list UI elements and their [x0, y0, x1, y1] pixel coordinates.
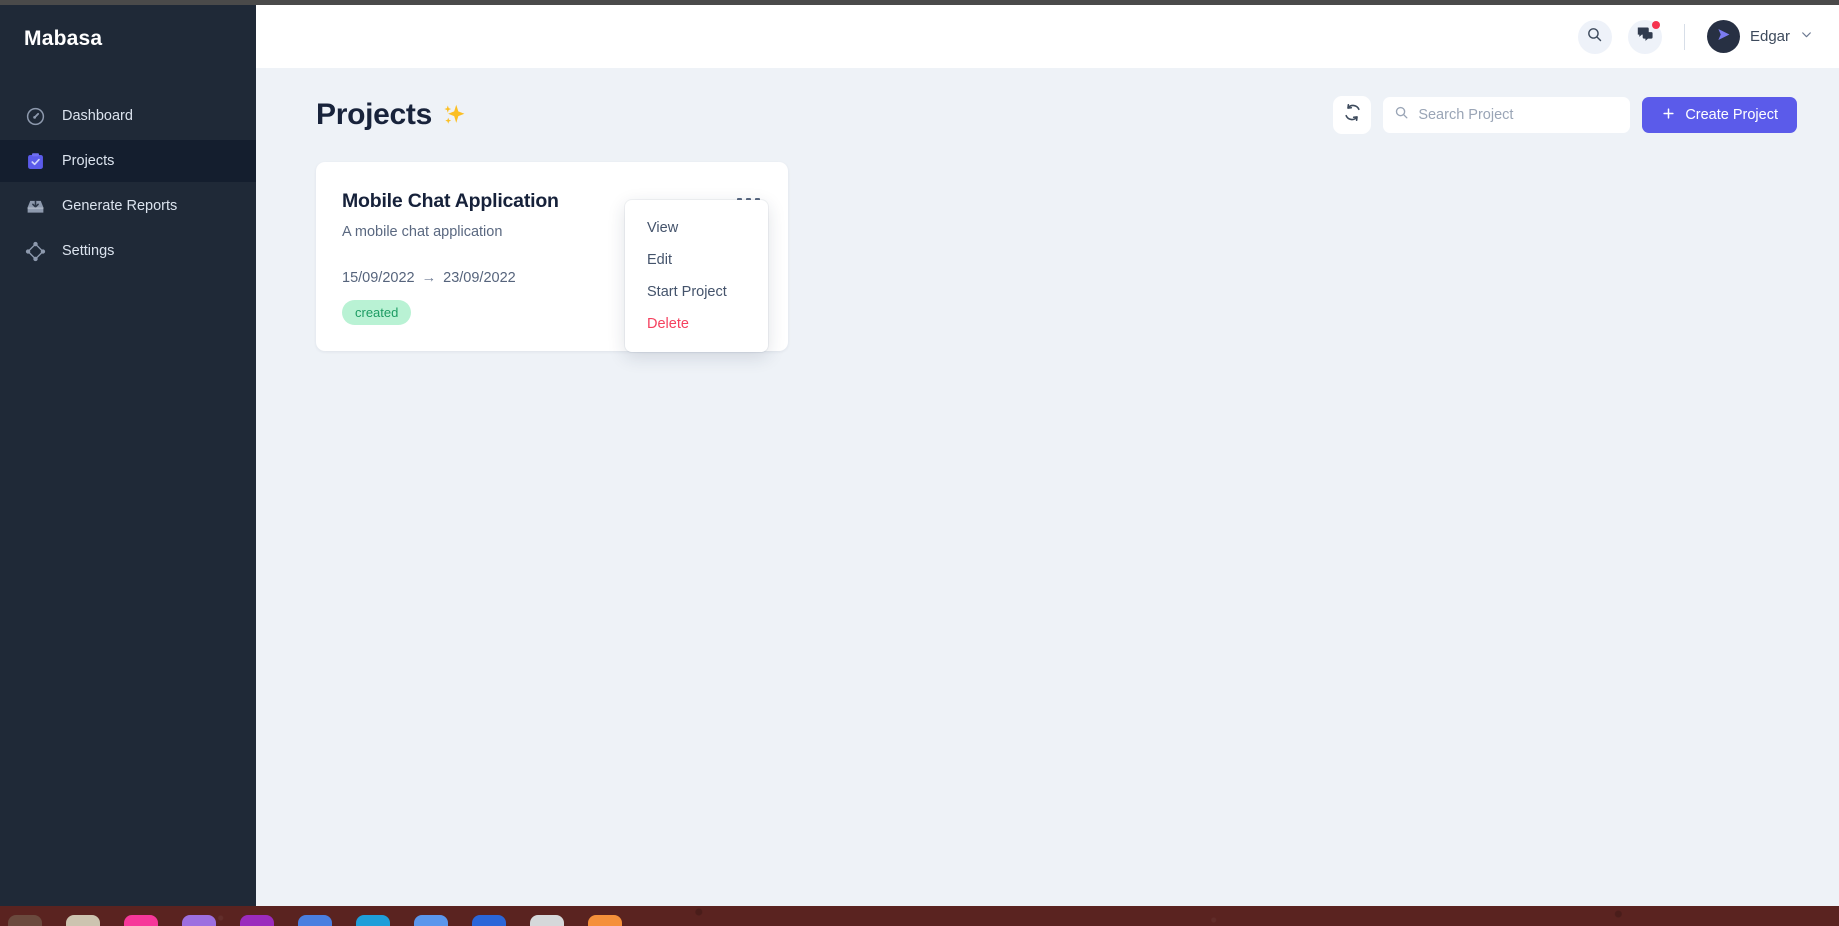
search-icon — [1586, 26, 1603, 48]
sidebar-item-label: Settings — [62, 243, 115, 259]
project-start-date: 15/09/2022 — [342, 270, 415, 286]
menu-item-edit[interactable]: Edit — [625, 244, 768, 276]
topbar-search-button[interactable] — [1577, 19, 1612, 54]
app-brand-title: Mabasa — [24, 27, 103, 50]
page-title: Projects — [316, 98, 466, 132]
finder-folder-icon[interactable] — [8, 915, 42, 926]
clipboard-icon — [24, 150, 46, 172]
gauge-icon — [24, 105, 46, 127]
search-project-field[interactable] — [1383, 97, 1631, 133]
user-menu[interactable]: Edgar — [1706, 20, 1813, 53]
plus-icon — [1661, 106, 1676, 125]
sidebar-item-label: Dashboard — [62, 108, 133, 124]
main-content: Projects Search Project Create Project M… — [256, 68, 1839, 906]
sidebar-item-generate-reports[interactable]: Generate Reports — [0, 185, 256, 227]
menu-item-view[interactable]: View — [625, 212, 768, 244]
search-icon — [1394, 105, 1409, 125]
avatar — [1706, 20, 1740, 53]
music-pink-icon[interactable] — [124, 915, 158, 926]
pen-orange-icon[interactable] — [588, 915, 622, 926]
telegram-icon[interactable] — [356, 915, 390, 926]
topbar-divider — [1683, 23, 1685, 50]
project-card-grid: Mobile Chat Application A mobile chat ap… — [256, 134, 1839, 352]
sidebar-item-projects[interactable]: Projects — [0, 140, 256, 182]
chevron-down-icon — [1800, 28, 1813, 46]
refresh-icon — [1343, 103, 1362, 127]
desktop-dock — [0, 906, 1839, 926]
notification-dot — [1651, 20, 1660, 29]
vscode-icon[interactable] — [414, 915, 448, 926]
podcast-purple-icon[interactable] — [182, 915, 216, 926]
sidebar-nav: Dashboard Projects Generate Reports Sett… — [0, 95, 256, 272]
sidebar-item-label: Generate Reports — [62, 198, 178, 214]
menu-item-start-project[interactable]: Start Project — [625, 276, 768, 308]
sidebar-item-settings[interactable]: Settings — [0, 230, 256, 272]
search-input[interactable] — [1418, 107, 1620, 123]
create-project-button[interactable]: Create Project — [1642, 97, 1797, 133]
create-project-label: Create Project — [1685, 107, 1778, 123]
os-top-strip — [0, 0, 1839, 5]
page-toolbar: Create Project — [1333, 96, 1797, 134]
sidebar-item-label: Projects — [62, 153, 115, 169]
topbar: Edgar — [256, 5, 1839, 68]
date-arrow-icon: → — [421, 270, 437, 286]
browser-blue-icon[interactable] — [472, 915, 506, 926]
calculator-icon[interactable] — [298, 915, 332, 926]
sidebar: Mabasa Dashboard Projects Generate Repor… — [0, 5, 256, 906]
project-title: Mobile Chat Application — [342, 190, 559, 212]
sparkles-icon — [440, 98, 466, 131]
refresh-button[interactable] — [1333, 96, 1372, 134]
settings-gray-icon[interactable] — [530, 915, 564, 926]
send-arrow-icon — [1714, 25, 1733, 49]
status-badge: created — [342, 300, 412, 325]
inbox-down-icon — [24, 195, 46, 217]
page-header: Projects Search Project Create Project — [256, 68, 1839, 134]
topbar-messages-button[interactable] — [1627, 19, 1662, 54]
sidebar-item-dashboard[interactable]: Dashboard — [0, 95, 256, 137]
project-context-menu: View Edit Start Project Delete — [625, 200, 768, 352]
user-name: Edgar — [1749, 28, 1790, 45]
menu-item-delete[interactable]: Delete — [625, 308, 768, 340]
notes-icon[interactable] — [66, 915, 100, 926]
page-title-text: Projects — [316, 98, 432, 131]
app-store-icon[interactable] — [240, 915, 274, 926]
chat-bubbles-icon — [1636, 25, 1654, 48]
project-end-date: 23/09/2022 — [443, 270, 516, 286]
diamond-icon — [24, 240, 46, 262]
